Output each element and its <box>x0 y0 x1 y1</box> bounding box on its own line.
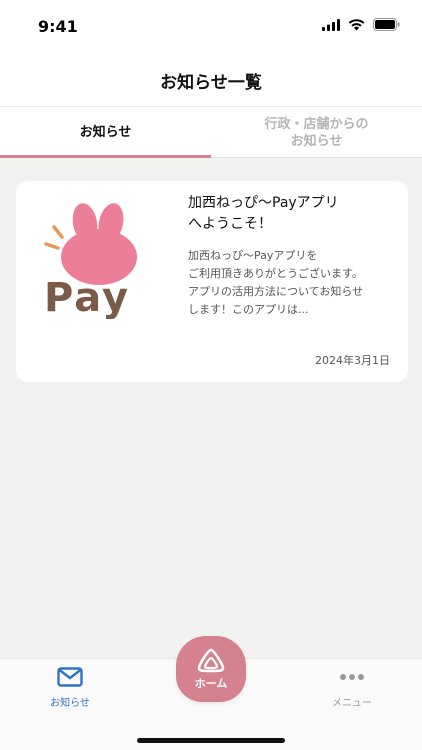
status-bar: 9:41 <box>0 0 422 56</box>
nav-notices-label: お知らせ <box>50 698 90 709</box>
more-dots-icon <box>340 674 364 680</box>
tab-notices[interactable]: お知らせ <box>0 107 211 158</box>
notice-excerpt: 加西ねっぴ〜Payアプリを ご利用頂きありがとうございます。 アプリの活用方法に… <box>188 249 364 316</box>
wifi-icon <box>348 18 365 30</box>
logo-pay-text: Pay <box>44 275 130 319</box>
header: お知らせ一覧 <box>0 56 422 106</box>
rabbit-pay-logo: Pay <box>44 203 137 319</box>
status-time: 9:41 <box>38 17 78 36</box>
home-button-label: ホーム <box>194 677 228 690</box>
home-logo-icon <box>197 648 225 673</box>
app-screen: 9:41 お知らせ一覧 お知らせ 行政・店舗からの お知らせ Pay 加西ねっぴ… <box>0 0 422 750</box>
tab-admin-store-notices[interactable]: 行政・店舗からの お知らせ <box>211 107 422 158</box>
notice-card[interactable]: Pay 加西ねっぴ〜Payアプリ へようこそ！ 加西ねっぴ〜Payアプリを ご利… <box>16 181 408 382</box>
tab-bar: お知らせ 行政・店舗からの お知らせ <box>0 106 422 158</box>
signal-icon <box>322 18 340 31</box>
mail-icon <box>57 667 83 687</box>
nav-menu-label: メニュー <box>332 698 372 709</box>
tab-admin-store-notices-label: 行政・店舗からの お知らせ <box>264 116 369 149</box>
notice-title: 加西ねっぴ〜Payアプリ へようこそ！ <box>188 195 339 232</box>
battery-icon <box>373 18 400 31</box>
tab-notices-label: お知らせ <box>79 125 132 140</box>
nav-menu[interactable]: メニュー <box>322 667 382 709</box>
notice-date: 2024年3月1日 <box>315 354 390 367</box>
home-indicator <box>137 738 285 743</box>
home-button[interactable]: ホーム <box>176 636 246 702</box>
page-title: お知らせ一覧 <box>160 73 262 93</box>
status-icons <box>322 18 400 31</box>
nav-notices[interactable]: お知らせ <box>40 667 100 709</box>
